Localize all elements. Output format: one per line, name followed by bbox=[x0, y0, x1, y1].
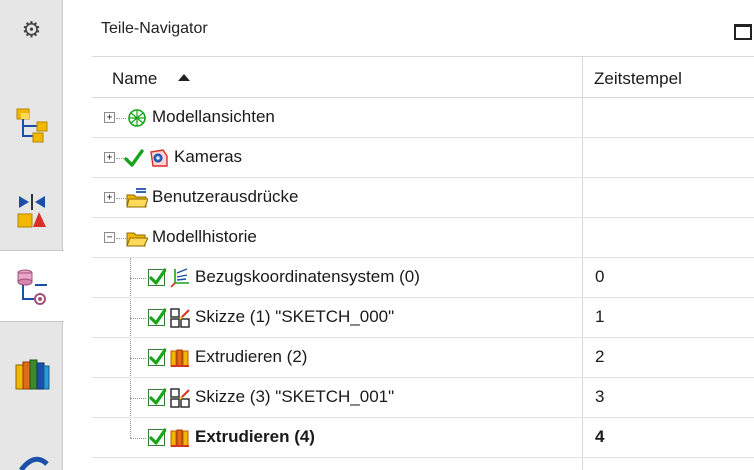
folder-expressions-icon bbox=[126, 188, 148, 208]
timestamp-cell: 4 bbox=[595, 427, 605, 446]
tree-label: Skizze (3) "SKETCH_001" bbox=[195, 387, 395, 406]
tree-label: Skizze (1) "SKETCH_000" bbox=[195, 307, 395, 326]
tree-connector bbox=[116, 198, 126, 199]
history-icon[interactable] bbox=[0, 440, 63, 470]
tree-row-feature-current[interactable]: Extrudieren (4) 4 bbox=[92, 418, 754, 458]
visibility-checkbox[interactable] bbox=[148, 268, 166, 286]
assembly-navigator-icon[interactable] bbox=[0, 96, 63, 156]
resource-bar: ⚙ bbox=[0, 0, 64, 470]
tree-row-model-views[interactable]: + Modellansichten bbox=[92, 98, 754, 138]
tree-row-feature[interactable]: Skizze (3) "SKETCH_001" 3 bbox=[92, 378, 754, 418]
tree-connector bbox=[130, 358, 146, 359]
column-header-timestamp[interactable]: Zeitstempel bbox=[594, 69, 682, 89]
expand-icon[interactable]: + bbox=[104, 112, 115, 123]
tree-label: Benutzerausdrücke bbox=[152, 187, 299, 206]
tree-connector bbox=[116, 118, 126, 119]
panel-title: Teile-Navigator bbox=[101, 20, 208, 37]
tree-connector bbox=[116, 238, 126, 239]
expand-icon[interactable]: + bbox=[104, 192, 115, 203]
tree-connector bbox=[116, 158, 124, 159]
tree-connector bbox=[130, 278, 146, 279]
tree-label: Modellhistorie bbox=[152, 227, 257, 246]
tree-label: Bezugskoordinatensystem (0) bbox=[195, 267, 420, 286]
extrude-icon bbox=[170, 349, 189, 367]
tree-label: Extrudieren (2) bbox=[195, 347, 308, 366]
tree-row-feature[interactable]: Skizze (1) "SKETCH_000" 1 bbox=[92, 298, 754, 338]
extrude-icon bbox=[170, 429, 189, 447]
tree-grid: Name Zeitstempel + Modellansichten + Kam… bbox=[92, 56, 754, 470]
visibility-checkbox[interactable] bbox=[148, 308, 166, 326]
expand-icon[interactable]: + bbox=[104, 152, 115, 163]
check-icon bbox=[124, 149, 144, 167]
visibility-checkbox[interactable] bbox=[148, 388, 166, 406]
collapse-icon[interactable]: − bbox=[104, 232, 115, 243]
tree-label: Modellansichten bbox=[152, 107, 275, 126]
model-views-icon bbox=[128, 109, 146, 127]
part-navigator-panel: Teile-Navigator Name Zeitstempel + Model… bbox=[64, 0, 754, 470]
maximize-icon[interactable] bbox=[734, 24, 752, 40]
timestamp-cell: 3 bbox=[595, 387, 605, 406]
tree-label: Extrudieren (4) bbox=[195, 427, 315, 446]
timestamp-cell: 0 bbox=[595, 267, 605, 286]
timestamp-cell: 1 bbox=[595, 307, 605, 326]
visibility-checkbox[interactable] bbox=[148, 348, 166, 366]
folder-open-icon bbox=[126, 232, 148, 247]
tree-row-feature[interactable]: Extrudieren (2) 2 bbox=[92, 338, 754, 378]
constraint-navigator-icon[interactable] bbox=[0, 180, 63, 240]
part-navigator-icon[interactable] bbox=[0, 250, 64, 322]
timestamp-cell: 2 bbox=[595, 347, 605, 366]
tree-label: Kameras bbox=[174, 147, 243, 166]
tree-row-feature[interactable]: Bezugskoordinatensystem (0) 0 bbox=[92, 258, 754, 298]
tree-row-cameras[interactable]: + Kameras bbox=[92, 138, 754, 178]
tree-connector bbox=[130, 438, 146, 439]
settings-gear-icon[interactable]: ⚙ bbox=[0, 12, 63, 48]
visibility-checkbox[interactable] bbox=[148, 428, 166, 446]
column-header-row: Name Zeitstempel bbox=[92, 56, 754, 98]
camera-icon bbox=[150, 149, 168, 167]
tree-connector bbox=[130, 398, 146, 399]
sketch-icon bbox=[170, 308, 190, 328]
tree-connector bbox=[130, 318, 146, 319]
sort-ascending-icon[interactable] bbox=[178, 74, 190, 81]
sketch-icon bbox=[170, 388, 190, 408]
column-header-name[interactable]: Name bbox=[112, 69, 157, 89]
datum-csys-icon bbox=[170, 268, 189, 288]
reuse-library-icon[interactable] bbox=[0, 346, 63, 402]
tree-row-user-expressions[interactable]: + Benutzerausdrücke bbox=[92, 178, 754, 218]
tree-row-model-history[interactable]: − Modellhistorie bbox=[92, 218, 754, 258]
